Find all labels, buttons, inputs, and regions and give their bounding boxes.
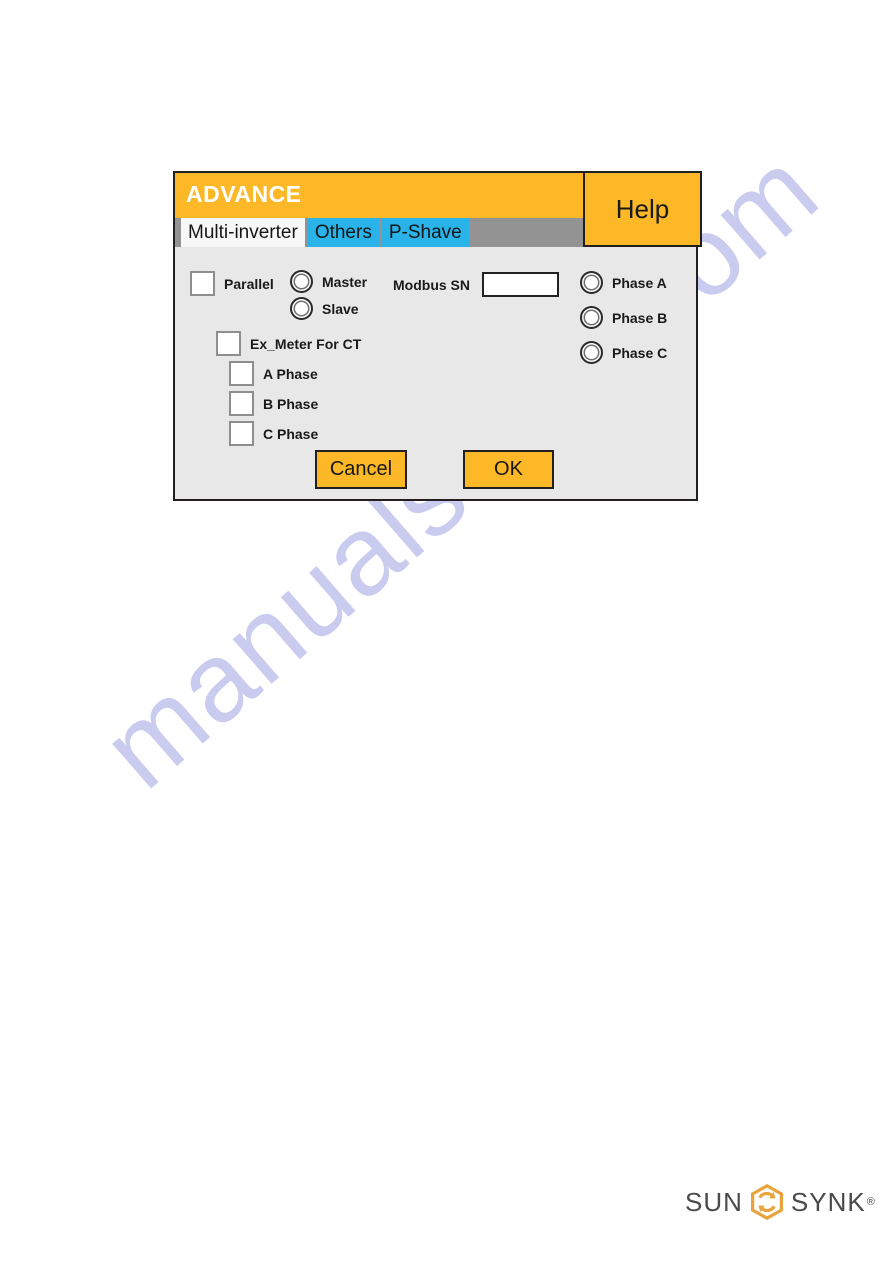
radio-master[interactable] [290,270,313,293]
sunsynk-hex-arrows-icon [749,1183,785,1221]
checkbox-parallel[interactable] [190,271,215,296]
logo-word-sun: SUN [685,1186,743,1217]
checkbox-c-phase[interactable] [229,421,254,446]
checkbox-ex-meter-for-ct-label: Ex_Meter For CT [250,335,362,352]
radio-row-master[interactable]: Master [290,270,367,293]
radio-slave-label: Slave [322,300,359,317]
radio-phase-c[interactable] [580,341,603,364]
radio-row-phase-b[interactable]: Phase B [580,306,667,329]
radio-phase-a-label: Phase A [612,274,667,291]
radio-phase-b-label: Phase B [612,309,668,326]
dialog-titlebar: ADVANCE [175,173,583,218]
checkbox-a-phase[interactable] [229,361,254,386]
checkbox-ex-meter-for-ct[interactable] [216,331,241,356]
modbus-sn-input[interactable] [482,272,559,297]
checkbox-a-phase-label: A Phase [263,365,318,382]
checkbox-row-parallel[interactable]: Parallel [190,271,274,296]
tab-others[interactable]: Others [307,218,379,247]
checkbox-b-phase-label: B Phase [263,395,319,412]
checkbox-b-phase[interactable] [229,391,254,416]
radio-master-label: Master [322,273,368,290]
checkbox-row-ex-meter-for-ct[interactable]: Ex_Meter For CT [216,331,361,356]
tab-p-shave[interactable]: P-Shave [381,218,469,247]
advance-settings-dialog: ADVANCE Help Multi-inverter Others P-Sha… [173,171,702,501]
radio-phase-a[interactable] [580,271,603,294]
dialog-title: ADVANCE [186,181,302,207]
radio-slave[interactable] [290,297,313,320]
modbus-sn-field-group: Modbus SN [393,272,559,297]
radio-row-phase-c[interactable]: Phase C [580,341,667,364]
checkbox-row-a-phase[interactable]: A Phase [229,361,318,386]
radio-phase-b[interactable] [580,306,603,329]
radio-row-slave[interactable]: Slave [290,297,359,320]
radio-row-phase-a[interactable]: Phase A [580,271,667,294]
help-button[interactable]: Help [583,171,702,247]
checkbox-parallel-label: Parallel [224,275,274,292]
tab-multi-inverter[interactable]: Multi-inverter [181,218,305,247]
dialog-body: Parallel Master Slave Modbus SN Ex_Meter… [175,247,696,499]
logo-word-synk: SYNK [790,1186,866,1217]
checkbox-row-b-phase[interactable]: B Phase [229,391,318,416]
modbus-sn-label: Modbus SN [393,276,470,293]
radio-phase-c-label: Phase C [612,344,668,361]
tab-bar: Multi-inverter Others P-Shave [175,218,583,247]
cancel-button[interactable]: Cancel [315,450,407,489]
checkbox-c-phase-label: C Phase [263,425,319,442]
ok-button[interactable]: OK [463,450,554,489]
logo-registered-mark: ® [866,1196,875,1208]
checkbox-row-c-phase[interactable]: C Phase [229,421,318,446]
sunsynk-logo: SUN SYNK ® [685,1182,875,1222]
